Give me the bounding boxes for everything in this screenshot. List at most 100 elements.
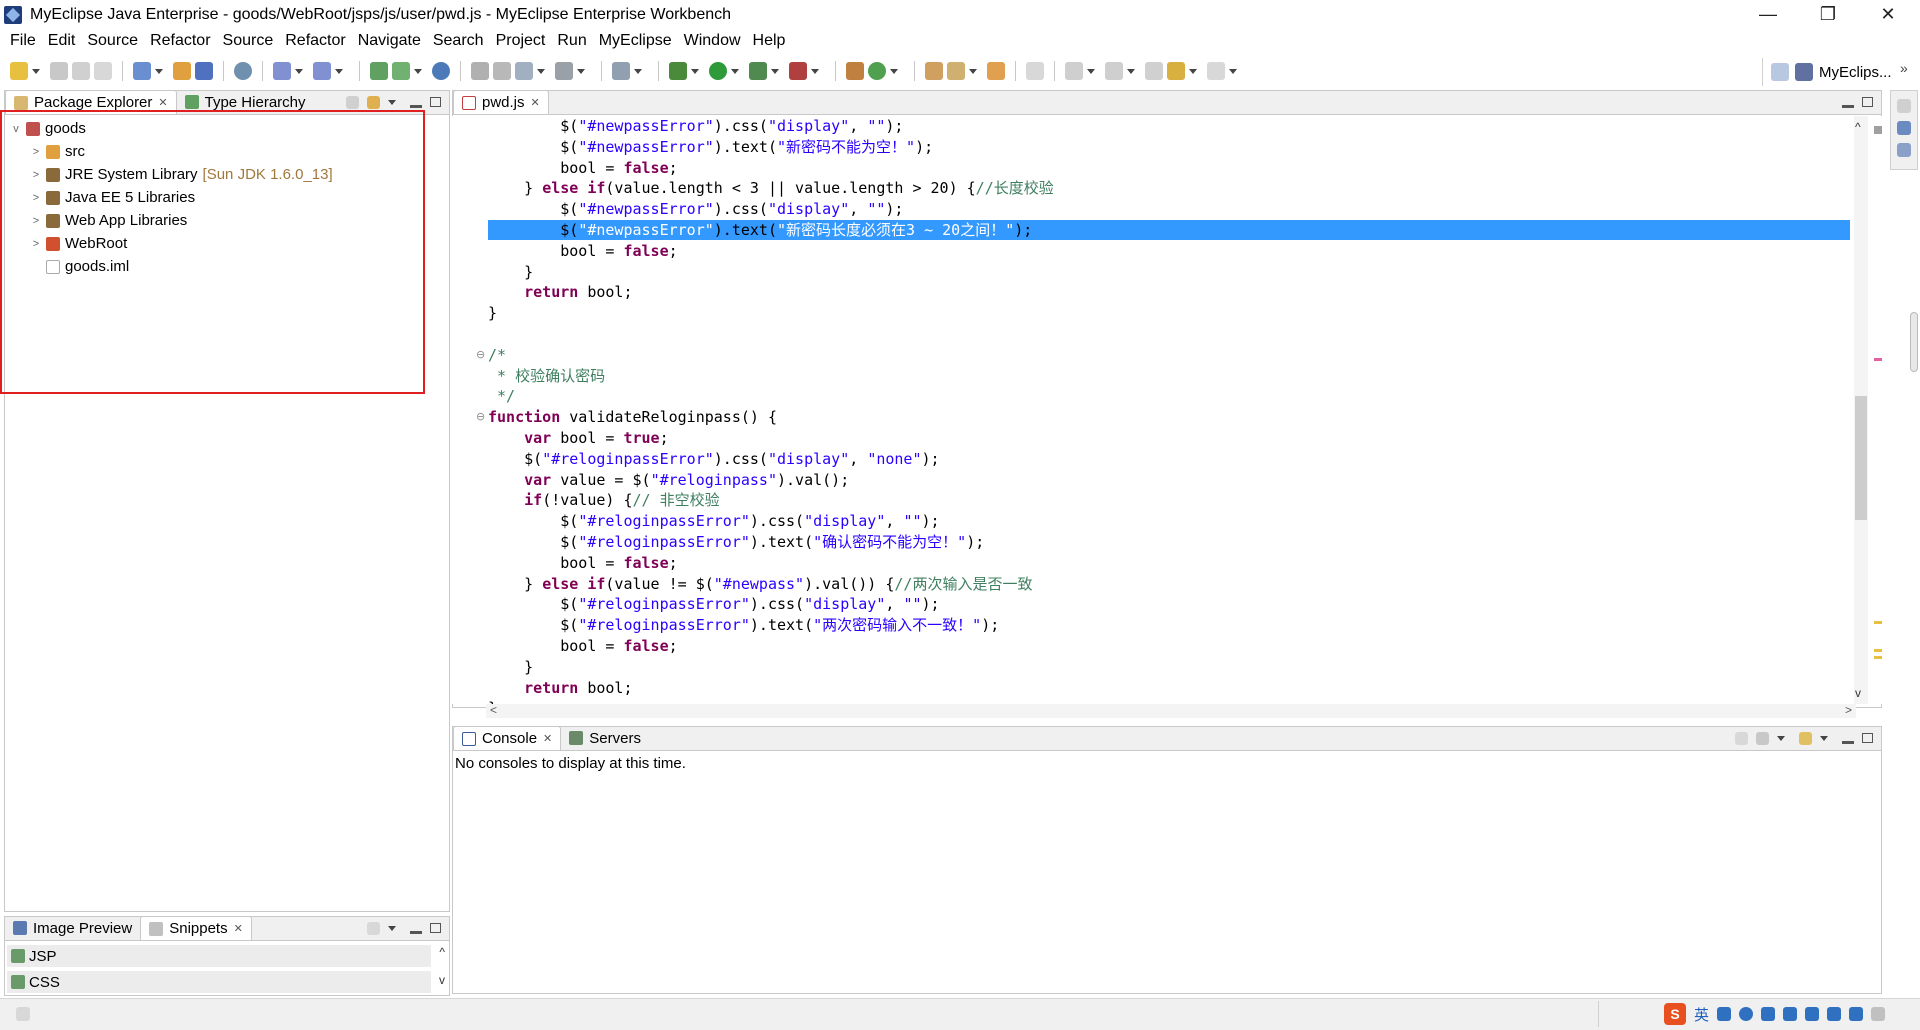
editor-vertical-scrollbar[interactable]: ^ v <box>1854 116 1868 704</box>
new-package-icon[interactable] <box>392 62 410 80</box>
close-icon[interactable]: ✕ <box>234 922 243 935</box>
minimize-editor-icon[interactable] <box>1842 104 1854 108</box>
code-line[interactable]: $("#newpassError").css("display", ""); <box>488 199 903 219</box>
run-history-icon[interactable] <box>749 62 767 80</box>
close-icon[interactable]: ✕ <box>158 96 167 109</box>
search-tool-icon[interactable] <box>947 62 965 80</box>
last-edit-icon[interactable] <box>1145 62 1163 80</box>
chevron-down-icon[interactable] <box>771 68 779 74</box>
tab-image-preview[interactable]: Image Preview <box>5 916 140 940</box>
chevron-down-icon[interactable] <box>1229 68 1237 74</box>
code-line[interactable]: $("#reloginpassError").text("两次密码输入不一致！"… <box>488 615 999 635</box>
chevron-down-icon[interactable] <box>811 68 819 74</box>
keyboard-icon[interactable] <box>1783 1007 1798 1021</box>
menu-run[interactable]: Run <box>551 32 592 50</box>
chevron-down-icon[interactable] <box>1777 735 1785 741</box>
outline-view-icon[interactable] <box>1897 121 1911 135</box>
wizard-icon[interactable] <box>273 62 291 80</box>
ime-settings-icon[interactable] <box>1849 1007 1864 1021</box>
chevron-down-icon[interactable] <box>1189 68 1197 74</box>
tab-console[interactable]: Console ✕ <box>453 726 562 750</box>
chevron-down-icon[interactable] <box>414 68 422 74</box>
open-browser-icon[interactable] <box>515 62 533 80</box>
code-line[interactable]: $("#newpassError").text("新密码不能为空！"); <box>488 137 933 157</box>
next-annotation-icon[interactable] <box>1065 62 1083 80</box>
menu-search[interactable]: Search <box>427 32 490 50</box>
code-line[interactable]: /* <box>488 345 506 365</box>
side-scroll-handle[interactable] <box>1910 312 1918 372</box>
code-line[interactable]: $("#reloginpassError").css("display", "n… <box>488 449 939 469</box>
run-icon[interactable] <box>709 62 727 80</box>
gear-icon[interactable] <box>1871 1007 1886 1021</box>
menu-source[interactable]: Source <box>81 32 144 50</box>
chevron-down-icon[interactable] <box>32 68 40 74</box>
menu-edit[interactable]: Edit <box>42 32 82 50</box>
new-class-icon[interactable] <box>370 62 388 80</box>
code-line[interactable]: $("#newpassError").css("display", ""); <box>488 116 903 136</box>
code-line[interactable]: bool = false; <box>488 241 677 261</box>
emoji-icon[interactable] <box>1739 1007 1754 1021</box>
collapse-all-icon[interactable] <box>346 95 359 109</box>
code-line[interactable]: bool = false; <box>488 158 677 178</box>
forward-icon[interactable] <box>1207 62 1225 80</box>
code-line-selected[interactable]: $("#newpassError").text("新密码长度必须在3 ~ 20之… <box>488 220 1850 240</box>
web-browser-icon[interactable] <box>234 62 252 80</box>
chevron-down-icon[interactable] <box>890 68 898 74</box>
code-line[interactable]: return bool; <box>488 678 632 698</box>
server-icon[interactable] <box>195 62 213 80</box>
external-tools-icon[interactable] <box>789 62 807 80</box>
code-line[interactable]: } <box>488 303 497 323</box>
menu-help[interactable]: Help <box>747 32 792 50</box>
code-line[interactable]: $("#reloginpassError").css("display", ""… <box>488 511 939 531</box>
scroll-down-icon[interactable]: v <box>1855 686 1861 700</box>
code-line[interactable]: * 校验确认密码 <box>488 366 605 386</box>
close-button[interactable]: ✕ <box>1860 0 1916 29</box>
tab-snippets[interactable]: Snippets ✕ <box>140 916 252 940</box>
menu-navigate[interactable]: Navigate <box>352 32 427 50</box>
code-line[interactable]: $("#reloginpassError").css("display", ""… <box>488 594 939 614</box>
snippet-drawer-jsp[interactable]: JSP <box>7 945 431 967</box>
chevron-down-icon[interactable] <box>731 68 739 74</box>
print-icon[interactable] <box>94 62 112 80</box>
new-icon[interactable] <box>10 62 28 80</box>
scroll-left-icon[interactable]: < <box>490 703 497 717</box>
code-line[interactable]: $("#reloginpassError").text("确认密码不能为空！")… <box>488 532 984 552</box>
open-file-icon[interactable] <box>987 62 1005 80</box>
pin-console-icon[interactable] <box>1735 731 1748 745</box>
menu-window[interactable]: Window <box>678 32 747 50</box>
chevron-down-icon[interactable] <box>1087 68 1095 74</box>
open-console-icon[interactable] <box>1799 731 1812 745</box>
tasks-icon[interactable] <box>555 62 573 80</box>
scroll-right-icon[interactable]: > <box>1845 703 1852 717</box>
link-editor-icon[interactable] <box>367 95 380 109</box>
fold-toggle-icon[interactable]: ⊖ <box>476 410 485 423</box>
view-menu-chevron-icon[interactable] <box>388 925 396 931</box>
tab-servers[interactable]: Servers <box>561 726 649 750</box>
task-list-icon[interactable] <box>1897 143 1911 157</box>
chevron-down-icon[interactable] <box>295 68 303 74</box>
open-perspective-icon[interactable] <box>1771 63 1789 81</box>
globe-icon[interactable] <box>432 62 450 80</box>
code-line[interactable]: return bool; <box>488 282 632 302</box>
perspective-switcher[interactable]: MyEclips... <box>1762 58 1892 86</box>
code-line[interactable]: } <box>488 262 533 282</box>
chevron-down-icon[interactable] <box>537 68 545 74</box>
chevron-down-icon[interactable] <box>155 68 163 74</box>
ime-language-label[interactable]: 英 <box>1694 1004 1709 1025</box>
code-line[interactable]: } <box>488 657 533 677</box>
save-icon[interactable] <box>50 62 68 80</box>
new-java-project-icon[interactable] <box>846 62 864 80</box>
menu-myeclipse[interactable]: MyEclipse <box>593 32 678 50</box>
code-line[interactable]: bool = false; <box>488 553 677 573</box>
debug-icon[interactable] <box>669 62 687 80</box>
code-line[interactable]: */ <box>488 386 515 406</box>
scroll-up-icon[interactable]: ^ <box>1855 120 1861 134</box>
minimize-view-icon[interactable] <box>1842 740 1854 744</box>
code-line[interactable]: var bool = true; <box>488 428 669 448</box>
scroll-down-icon[interactable]: v <box>439 973 445 987</box>
run-external-icon[interactable] <box>471 62 489 80</box>
snippet-drawer-css[interactable]: CSS <box>7 971 431 993</box>
open-type-icon[interactable] <box>313 62 331 80</box>
chevron-down-icon[interactable] <box>335 68 343 74</box>
new-project-icon[interactable] <box>133 62 151 80</box>
